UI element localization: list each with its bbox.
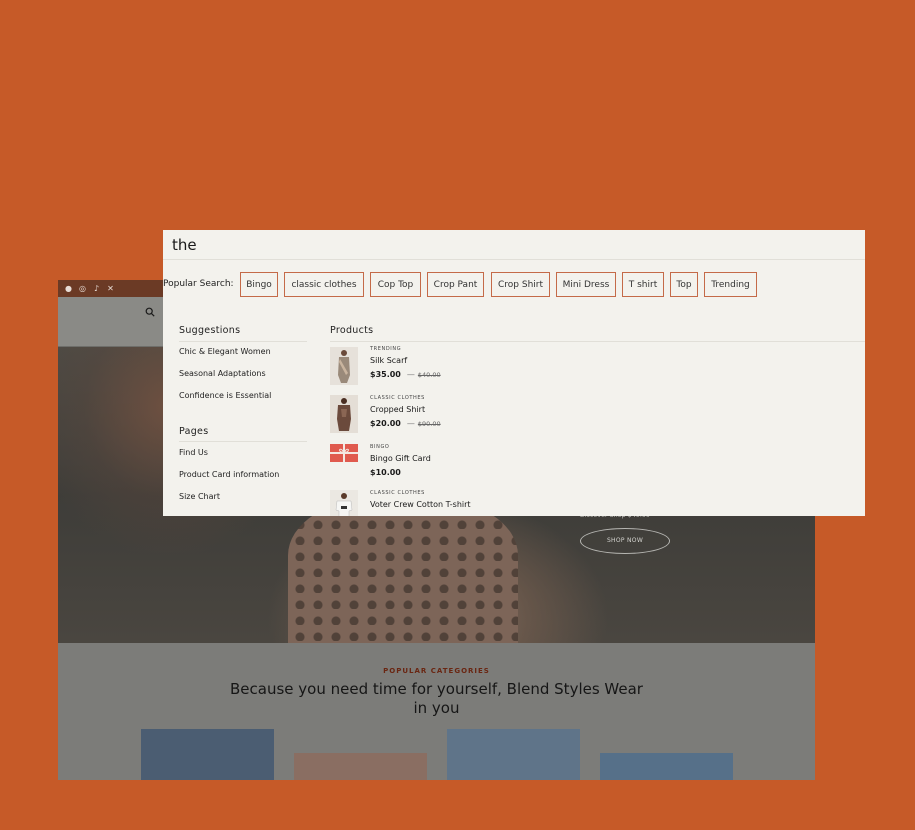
popular-tag[interactable]: Mini Dress [556, 272, 616, 297]
divider [179, 441, 307, 442]
suggestion-link[interactable]: Chic & Elegant Women [179, 347, 271, 356]
popular-tag[interactable]: Cop Top [370, 272, 421, 297]
products-heading: Products [330, 325, 374, 336]
popular-tag[interactable]: T shirt [622, 272, 664, 297]
x-icon[interactable]: ✕ [106, 284, 115, 293]
pages-heading: Pages [179, 426, 209, 437]
current-price: $35.00 [370, 370, 401, 379]
search-overlay: Popular Search: Bingo classic clothes Co… [163, 230, 865, 516]
product-category: CLASSIC CLOTHES [370, 395, 425, 401]
price-separator: — [406, 419, 415, 428]
category-image[interactable] [600, 753, 733, 780]
categories-title: Because you need time for yourself, Blen… [230, 680, 643, 717]
divider [179, 341, 307, 342]
page-link[interactable]: Size Chart [179, 492, 220, 501]
popular-tag[interactable]: classic clothes [284, 272, 364, 297]
product-price: $35.00 — $40.00 [370, 370, 441, 379]
instagram-icon[interactable]: ◎ [78, 284, 87, 293]
hero-image [288, 497, 518, 643]
category-image[interactable] [447, 729, 580, 780]
popular-tag[interactable]: Bingo [240, 272, 278, 297]
page-link[interactable]: Product Card information [179, 470, 279, 479]
product-name[interactable]: Bingo Gift Card [370, 454, 431, 463]
category-image[interactable] [141, 729, 274, 780]
product-category: TRENDING [370, 346, 402, 352]
facebook-icon[interactable]: ● [64, 284, 73, 293]
current-price: $20.00 [370, 419, 401, 428]
product-category: CLASSIC CLOTHES [370, 490, 425, 496]
popular-tag[interactable]: Crop Shirt [491, 272, 550, 297]
suggestions-heading: Suggestions [179, 325, 241, 336]
popular-tag[interactable]: Top [670, 272, 698, 297]
product-thumbnail[interactable] [330, 347, 358, 385]
divider [330, 341, 865, 342]
product-name[interactable]: Voter Crew Cotton T-shirt [370, 500, 471, 509]
product-category: BINGO [370, 444, 390, 450]
product-price: $20.00 — $90.00 [370, 419, 441, 428]
product-name[interactable]: Cropped Shirt [370, 405, 425, 414]
old-price: $40.00 [417, 371, 441, 379]
product-image [330, 347, 358, 385]
old-price: $90.00 [417, 420, 441, 428]
product-name[interactable]: Silk Scarf [370, 356, 407, 365]
shop-now-button[interactable]: SHOP NOW [580, 528, 670, 554]
popular-tag[interactable]: Crop Pant [427, 272, 484, 297]
popular-categories-section: POPULAR CATEGORIES Because you need time… [58, 643, 815, 780]
product-thumbnail[interactable] [330, 490, 358, 516]
category-image[interactable] [294, 753, 427, 780]
categories-eyebrow: POPULAR CATEGORIES [383, 667, 490, 675]
product-thumbnail[interactable] [330, 444, 358, 462]
current-price: $10.00 [370, 468, 401, 477]
product-image [330, 395, 358, 433]
tiktok-icon[interactable]: ♪ [92, 284, 101, 293]
search-input[interactable] [163, 230, 865, 260]
popular-search-label: Popular Search: [163, 279, 234, 289]
product-thumbnail[interactable] [330, 395, 358, 433]
popular-tag[interactable]: Trending [704, 272, 757, 297]
suggestion-link[interactable]: Seasonal Adaptations [179, 369, 266, 378]
price-separator: — [406, 370, 415, 379]
gift-icon [330, 444, 358, 462]
search-icon[interactable] [145, 307, 155, 317]
suggestion-link[interactable]: Confidence is Essential [179, 391, 271, 400]
product-image [330, 490, 358, 516]
page-link[interactable]: Find Us [179, 448, 208, 457]
